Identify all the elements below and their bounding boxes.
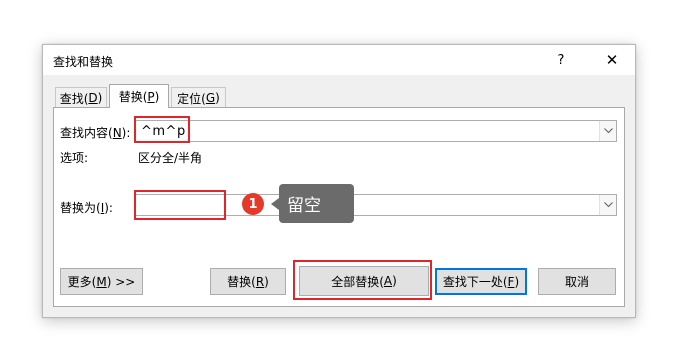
callout-tail — [271, 198, 279, 210]
replace-with-label: 替换为(I): — [60, 201, 113, 215]
chevron-down-icon — [603, 202, 613, 208]
cancel-button[interactable]: 取消 — [538, 268, 616, 295]
find-dropdown-button[interactable] — [599, 121, 616, 141]
replace-all-button[interactable]: 全部替换(A) — [299, 266, 429, 296]
more-button[interactable]: 更多(M) >> — [60, 268, 143, 295]
find-what-combobox[interactable]: ^m^p — [135, 120, 617, 142]
close-icon: ✕ — [605, 51, 619, 69]
find-next-button[interactable]: 查找下一处(F) — [435, 268, 527, 295]
replace-with-combobox[interactable] — [135, 194, 617, 216]
options-value: 区分全/半角 — [138, 151, 203, 165]
tab-find[interactable]: 查找(D) — [55, 87, 107, 108]
step-number-badge: 1 — [242, 193, 264, 215]
options-label: 选项: — [60, 151, 89, 165]
title-bar: 查找和替换 ? ✕ — [43, 45, 635, 75]
tab-replace[interactable]: 替换(P) — [109, 84, 169, 108]
close-button[interactable]: ✕ — [589, 45, 635, 75]
chevron-down-icon — [603, 128, 613, 134]
dialog-title: 查找和替换 — [53, 55, 114, 69]
help-button[interactable]: ? — [538, 45, 584, 75]
callout-label: 留空 — [279, 184, 354, 223]
replace-dropdown-button[interactable] — [599, 195, 616, 215]
tab-goto[interactable]: 定位(G) — [171, 87, 226, 108]
find-what-label: 查找内容(N): — [60, 126, 131, 140]
find-what-input[interactable]: ^m^p — [141, 124, 186, 139]
replace-button[interactable]: 替换(R) — [210, 268, 286, 295]
